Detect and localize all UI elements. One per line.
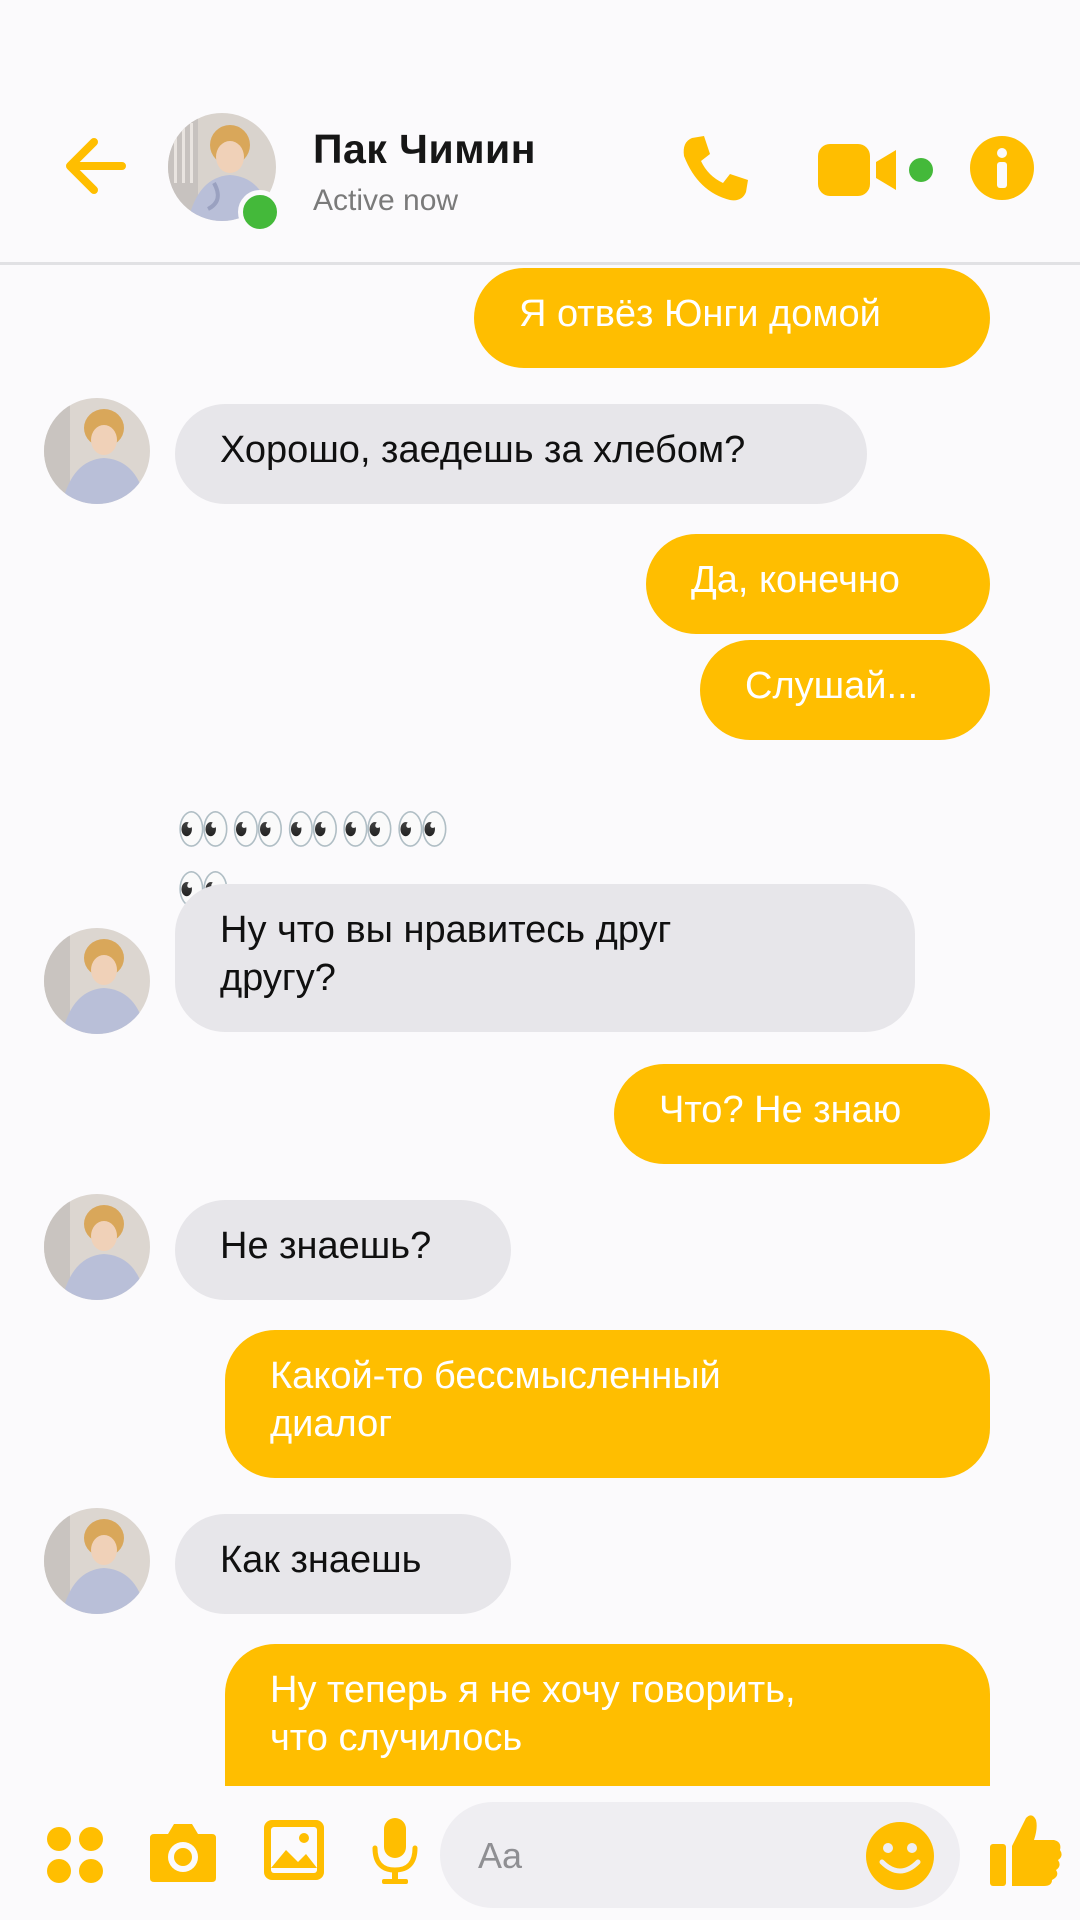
message-outgoing[interactable]: Я отвёз Юнги домой [474,268,990,368]
phone-icon[interactable] [676,130,754,208]
contact-avatar-small[interactable] [44,1508,150,1614]
contact-avatar-small[interactable] [44,1194,150,1300]
back-arrow-icon[interactable] [60,130,132,202]
online-indicator [238,190,282,234]
message-outgoing[interactable]: Слушай... [700,640,990,740]
message-outgoing[interactable]: Ну теперь я не хочу говорить, что случил… [225,1644,990,1786]
chat-header: Пак Чимин Active now [0,0,1080,265]
message-incoming[interactable]: Хорошо, заедешь за хлебом? [175,404,867,504]
contact-avatar-small[interactable] [44,928,150,1034]
apps-grid-icon[interactable] [46,1826,104,1884]
video-online-dot [909,158,933,182]
message-outgoing[interactable]: Да, конечно [646,534,990,634]
message-emoji[interactable]: 👀👀👀👀👀👀 [176,800,466,914]
image-icon[interactable] [262,1818,326,1882]
contact-avatar-small[interactable] [44,398,150,504]
camera-icon[interactable] [148,1820,218,1884]
video-camera-icon[interactable] [818,142,902,198]
message-incoming[interactable]: Ну что вы нравитесь друг другу? [175,884,915,1032]
message-input[interactable] [476,1830,860,1882]
info-icon[interactable] [970,136,1034,200]
message-incoming[interactable]: Не знаешь? [175,1200,511,1300]
message-outgoing[interactable]: Что? Не знаю [614,1064,990,1164]
message-incoming[interactable]: Как знаешь [175,1514,511,1614]
smiley-icon[interactable] [864,1820,936,1892]
message-outgoing[interactable]: Какой-то бессмысленный диалог [225,1330,990,1478]
contact-status: Active now [313,184,459,217]
thumbs-up-icon[interactable] [988,1810,1064,1890]
contact-name[interactable]: Пак Чимин [313,126,536,173]
microphone-icon[interactable] [370,1816,420,1886]
message-input-field[interactable] [440,1802,960,1908]
